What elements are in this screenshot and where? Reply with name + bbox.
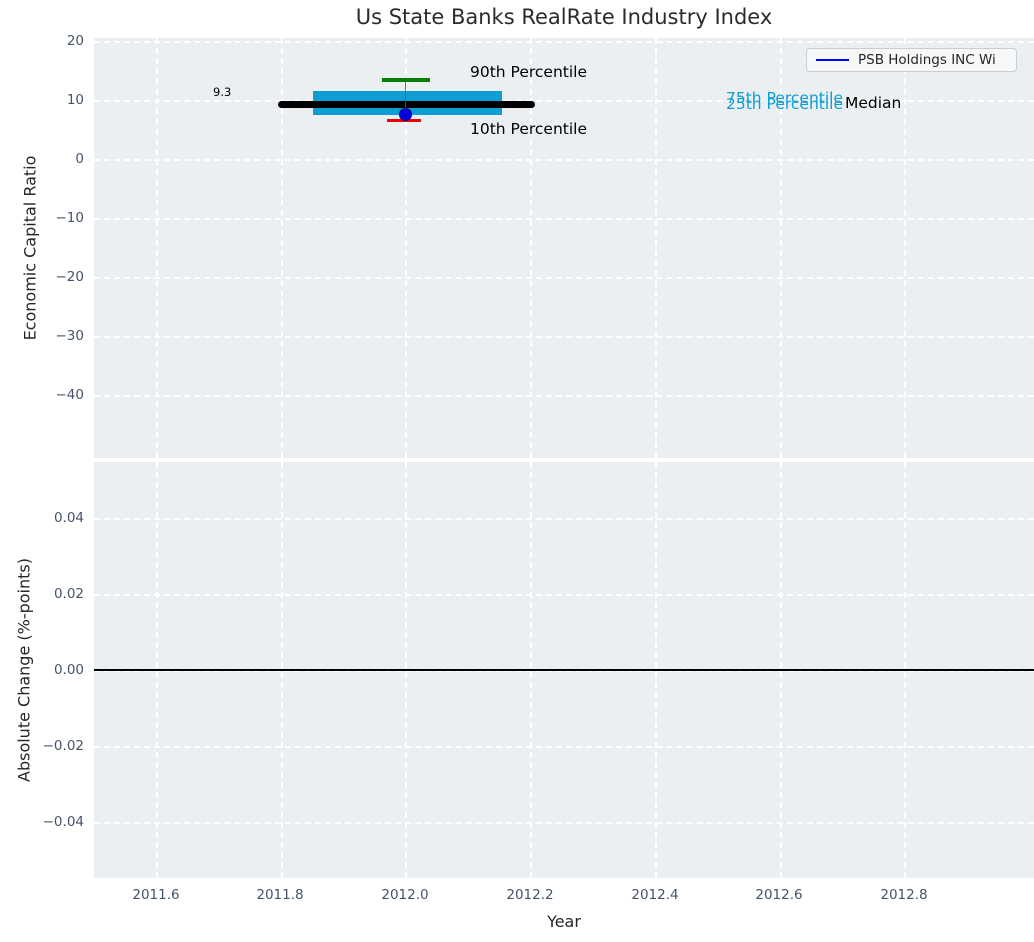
legend: PSB Holdings INC Wi [806, 48, 1017, 72]
xtick: 2011.8 [256, 887, 304, 903]
median-line [278, 100, 535, 108]
xtick: 2012.2 [506, 887, 554, 903]
ytick-bottom: 0.04 [53, 510, 84, 526]
ytick-bottom: −0.02 [42, 738, 84, 754]
ytick-top: −40 [55, 387, 85, 403]
legend-line-sample [816, 58, 849, 62]
xtick: 2012.6 [755, 887, 803, 903]
ytick-bottom: −0.04 [42, 814, 84, 830]
gridline-h [94, 395, 1034, 397]
median-text-label: Median [845, 94, 902, 112]
ytick-top: 10 [66, 92, 84, 108]
p25-label: 25th Percentile [726, 95, 844, 113]
ytick-bottom: 0.02 [53, 586, 84, 602]
bottom-plot-area [94, 462, 1034, 878]
gridline-v [156, 38, 158, 458]
gridline-h [94, 746, 1034, 748]
p90-tick-marker [382, 78, 430, 82]
xtick: 2011.6 [132, 887, 180, 903]
ytick-top: −20 [55, 269, 85, 285]
ytick-bottom: 0.00 [53, 662, 84, 678]
gridline-h [94, 277, 1034, 279]
xtick: 2012.8 [880, 887, 928, 903]
series-data-point [399, 108, 412, 121]
gridline-h [94, 822, 1034, 824]
xtick: 2012.0 [381, 887, 429, 903]
p90-label: 90th Percentile [470, 63, 588, 81]
ytick-top: −30 [55, 328, 85, 344]
ytick-top: −10 [55, 210, 85, 226]
median-value-label: 9.3 [213, 85, 232, 99]
legend-label: PSB Holdings INC Wi [858, 52, 996, 68]
top-y-axis-label: Economic Capital Ratio [20, 155, 40, 341]
gridline-v [904, 38, 906, 458]
gridline-v [655, 38, 657, 458]
top-plot-area: 9.3 90th Percentile 10th Percentile 75th… [94, 38, 1034, 458]
x-axis-label: Year [547, 912, 581, 931]
ytick-top: 20 [66, 33, 84, 49]
ytick-top: 0 [75, 151, 84, 167]
gridline-h [94, 336, 1034, 338]
figure: Us State Banks RealRate Industry Index 9… [0, 0, 1034, 942]
zero-reference-line [94, 669, 1034, 671]
gridline-h [94, 41, 1034, 43]
p10-label: 10th Percentile [470, 120, 588, 138]
bottom-y-axis-label: Absolute Change (%-points) [14, 558, 34, 782]
gridline-h [94, 159, 1034, 161]
gridline-h [94, 594, 1034, 596]
gridline-h [94, 218, 1034, 220]
gridline-h [94, 518, 1034, 520]
xtick: 2012.4 [631, 887, 679, 903]
chart-title: Us State Banks RealRate Industry Index [355, 5, 773, 29]
